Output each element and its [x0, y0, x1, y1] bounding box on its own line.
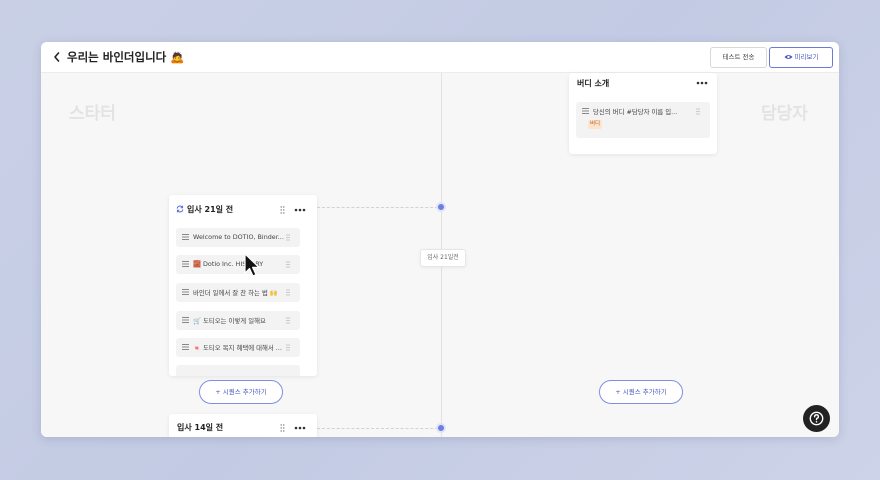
drag-handle-icon[interactable]	[286, 317, 290, 324]
connector-line-14	[317, 428, 438, 429]
more-icon[interactable]	[696, 81, 708, 85]
list-item[interactable]: 🧱 Dotio Inc. HISTORY	[176, 255, 300, 274]
card-title: 입사 14일 전	[177, 423, 224, 432]
list-icon	[182, 317, 189, 323]
list-item-label: 🛒 도티오는 이렇게 일해요	[193, 317, 266, 325]
list-item-label: Welcome to DOTIO, Binder...	[193, 233, 284, 241]
page-title: 우리는 바인더입니다 🙇	[67, 50, 185, 64]
list-item[interactable]: 🛒 도티오는 이렇게 일해요	[176, 311, 300, 330]
list-icon	[182, 344, 189, 350]
list-item[interactable]: Welcome to DOTIO, Binder...	[176, 228, 300, 247]
drag-handle-icon[interactable]	[280, 206, 285, 214]
sequence-canvas[interactable]: 스타터 담당자 입사 21일전 버디 소개 당신의 버디 #담당자 이름 입..…	[41, 73, 839, 437]
more-icon[interactable]	[294, 426, 306, 430]
timeline-node-14[interactable]	[436, 423, 446, 433]
drag-handle-icon[interactable]	[286, 234, 290, 241]
connector-line-21	[317, 207, 438, 208]
list-item-label: 🍬 도티오 복지 혜택에 대해서 ...	[193, 344, 282, 352]
drag-handle-icon[interactable]	[286, 261, 290, 268]
drag-handle-icon[interactable]	[696, 108, 700, 115]
drag-handle-icon[interactable]	[280, 424, 285, 432]
list-item-partial[interactable]	[176, 365, 300, 376]
list-icon	[582, 108, 589, 114]
list-item-label: 당신의 버디 #담당자 이름 입...	[593, 108, 678, 116]
card-day-14[interactable]: 입사 14일 전	[169, 414, 317, 437]
list-item-label: 바인더 일에서 잘 찬 하는 법 🙌	[193, 289, 278, 297]
add-sequence-button-manager[interactable]: + 시퀀스 추가하기	[599, 380, 683, 404]
more-icon[interactable]	[294, 208, 306, 212]
card-buddy-intro[interactable]: 버디 소개 당신의 버디 #담당자 이름 입... 버디	[569, 73, 717, 154]
help-button[interactable]	[803, 405, 830, 432]
list-item[interactable]: 바인더 일에서 잘 찬 하는 법 🙌	[176, 283, 300, 302]
card-title: 입사 21일 전	[187, 205, 234, 214]
drag-handle-icon[interactable]	[286, 344, 290, 351]
list-item[interactable]: 🍬 도티오 복지 혜택에 대해서 ...	[176, 338, 300, 357]
chevron-left-icon[interactable]	[52, 51, 62, 63]
drag-handle-icon[interactable]	[286, 289, 290, 296]
header-bar: 우리는 바인더입니다 🙇 테스트 전송 미리보기	[41, 42, 839, 73]
tag-badge: 버디	[588, 120, 603, 129]
eye-icon	[784, 55, 793, 59]
timeline-tooltip: 입사 21일전	[420, 249, 466, 267]
question-mark-icon	[809, 411, 824, 426]
timeline-node-21[interactable]	[436, 202, 446, 212]
mouse-cursor-icon	[244, 253, 260, 277]
list-item[interactable]: 당신의 버디 #담당자 이름 입... 버디	[576, 102, 710, 138]
app-window: 우리는 바인더입니다 🙇 테스트 전송 미리보기 스타터 담당자 입사 21일전…	[41, 42, 839, 437]
preview-button-label: 미리보기	[794, 53, 819, 61]
card-title: 버디 소개	[577, 79, 610, 88]
list-icon	[182, 234, 189, 240]
list-icon	[182, 261, 189, 267]
list-icon	[182, 289, 189, 295]
list-item-label: 🧱 Dotio Inc. HISTORY	[193, 260, 264, 268]
lane-label-starter: 스타터	[69, 104, 116, 124]
test-send-button[interactable]: 테스트 전송	[710, 47, 767, 68]
preview-button[interactable]: 미리보기	[769, 47, 833, 68]
lane-label-manager: 담당자	[761, 104, 808, 124]
add-sequence-button-starter[interactable]: + 시퀀스 추가하기	[199, 380, 283, 404]
card-day-21[interactable]: 입사 21일 전 Welcome to DOTIO, Binder... 🧱 D…	[169, 195, 317, 376]
repeat-icon	[176, 205, 184, 213]
